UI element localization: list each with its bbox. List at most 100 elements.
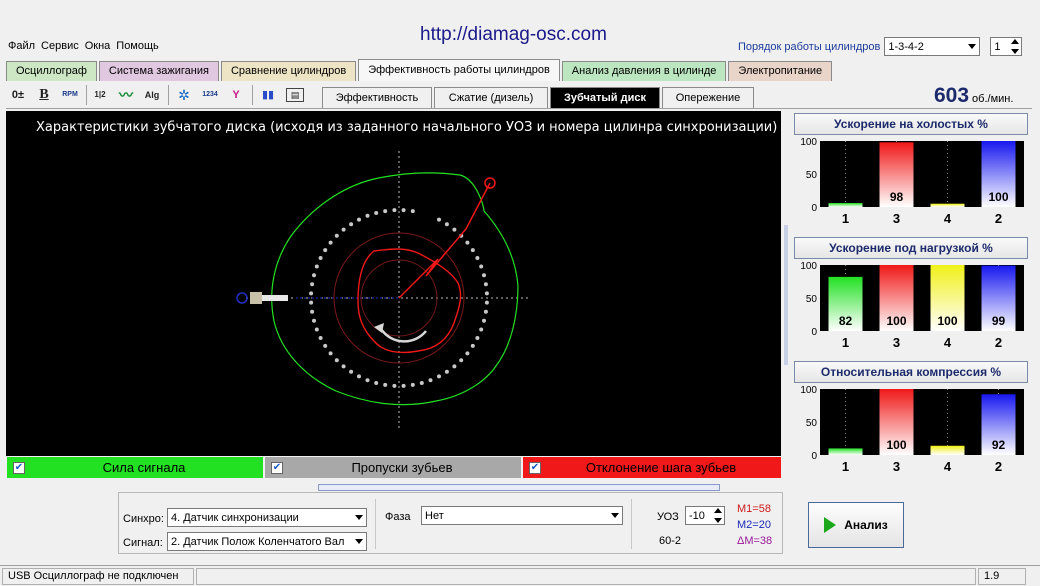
tooth-deviation-curve	[357, 248, 462, 354]
tooth-dot	[328, 351, 333, 356]
cylinder-spin[interactable]: 1	[990, 37, 1023, 56]
spin-arrows-icon[interactable]	[713, 508, 722, 523]
alg-icon[interactable]: Alg	[142, 85, 162, 105]
spin-arrows-icon[interactable]	[1010, 39, 1019, 54]
counter-icon[interactable]: 1234	[200, 85, 220, 105]
idle-accel-panel: Ускорение на холостых % 100 50 0 1 98 3 4 100 2	[794, 113, 1028, 238]
checkbox-signal-strength[interactable]: ✔	[13, 461, 25, 474]
sync-label: Синхро:	[123, 513, 164, 525]
subtab-tooth-disk[interactable]: Зубчатый диск	[550, 87, 660, 108]
tooth-dot	[437, 374, 441, 379]
y-tick-label: 0	[811, 203, 817, 214]
x-category-label: 2	[995, 211, 1002, 226]
status-connection: USB Осциллограф не подключен	[2, 568, 194, 585]
bar-value-label: 82	[839, 314, 853, 328]
subtab-efficiency[interactable]: Эффективность	[322, 87, 432, 108]
load-accel-panel: Ускорение под нагрузкой % 100 50 0 82 1 100 3 1…	[794, 237, 1028, 362]
tooth-dot	[484, 300, 489, 305]
sync-select[interactable]: 4. Датчик синхронизации	[167, 508, 367, 527]
tooth-dot	[314, 264, 319, 269]
y-tick-label: 50	[806, 170, 818, 181]
rpm-value: 603	[934, 84, 970, 107]
legend-tooth-deviation[interactable]: ✔ Отклонение шага зубьев	[523, 457, 781, 478]
bar	[828, 448, 863, 455]
tooth-dot	[401, 383, 406, 388]
legend-signal-strength[interactable]: ✔ Сила сигнала	[7, 457, 263, 478]
menu-help[interactable]: Помощь	[116, 40, 159, 52]
tooth-dot	[309, 300, 314, 305]
bug-icon[interactable]: ✲	[174, 85, 194, 105]
tab-oscilloscope[interactable]: Осциллограф	[6, 61, 97, 81]
uoz-spinner[interactable]: -10	[685, 506, 725, 525]
tooth-dot	[483, 309, 488, 314]
sensor-body	[250, 292, 262, 304]
phase-select[interactable]: Нет	[421, 506, 623, 525]
bars-icon[interactable]: ▮▮	[258, 85, 278, 105]
tooth-dot	[323, 248, 328, 253]
wave-icon[interactable]: 〰	[116, 85, 136, 105]
play-icon	[824, 517, 837, 533]
toolbar-separator	[252, 85, 253, 105]
website-url[interactable]: http://diamag-osc.com	[420, 24, 607, 46]
chevron-down-icon	[355, 539, 363, 544]
tooth-dot	[437, 217, 441, 222]
numbers-icon[interactable]: 1|2	[90, 85, 110, 105]
tooth-dot	[401, 208, 406, 213]
filter-icon[interactable]: Y	[226, 85, 246, 105]
tab-ignition[interactable]: Система зажигания	[98, 61, 219, 81]
sync-value: 4. Датчик синхронизации	[171, 511, 299, 524]
y-tick-label: 0	[811, 327, 817, 338]
x-category-label: 4	[944, 459, 952, 474]
tooth-dot	[357, 374, 361, 379]
x-category-label: 1	[842, 459, 849, 474]
phase-value: Нет	[425, 509, 444, 522]
signal-select[interactable]: 2. Датчик Полож Коленчатого Вал	[167, 532, 367, 551]
legend-tooth-deviation-label: Отклонение шага зубьев	[585, 460, 737, 475]
tooth-dot	[483, 282, 488, 287]
rpm-unit: об./мин.	[972, 93, 1014, 105]
tab-cylinder-efficiency[interactable]: Эффективность работы цилиндров	[358, 59, 560, 81]
analyze-button[interactable]: Анализ	[808, 502, 904, 548]
menu-service[interactable]: Сервис	[41, 40, 79, 52]
subtab-advance[interactable]: Опережение	[662, 87, 754, 108]
tooth-dot	[383, 382, 388, 387]
x-category-label: 1	[842, 211, 849, 226]
tooth-dot	[383, 209, 388, 214]
tooth-dot	[428, 378, 433, 383]
tooth-dot	[365, 378, 370, 383]
tooth-dot	[374, 211, 379, 215]
chevron-down-icon	[611, 513, 619, 518]
tab-cylinder-compare[interactable]: Сравнение цилиндров	[220, 61, 357, 81]
tooth-dot	[465, 351, 470, 356]
tab-pressure-analysis[interactable]: Анализ давления в цилинде	[561, 61, 727, 81]
tooth-dot	[419, 381, 424, 385]
bar	[828, 203, 863, 207]
bar-value-label: 92	[992, 438, 1006, 452]
tooth-dot	[465, 240, 470, 245]
tooth-dot	[312, 318, 316, 323]
divider	[631, 499, 632, 549]
y-tick-label: 0	[811, 451, 817, 462]
checkbox-tooth-deviation[interactable]: ✔	[529, 461, 541, 474]
toolbar-separator	[168, 85, 169, 105]
cylinder-order-select[interactable]: 1-3-4-2	[884, 37, 981, 56]
idle-accel-chart: 100 50 0 1 98 3 4 100 2	[800, 137, 1024, 226]
rpm-icon[interactable]: RPM	[60, 85, 80, 105]
bold-b-icon[interactable]: B	[34, 85, 54, 105]
checkbox-missing-teeth[interactable]: ✔	[271, 461, 283, 474]
compression-title: Относительная компрессия %	[794, 361, 1028, 383]
tooth-dot	[470, 343, 475, 348]
arrows-icon[interactable]: 0±	[8, 85, 28, 105]
tab-power-supply[interactable]: Электропитание	[728, 61, 833, 81]
legend-missing-teeth[interactable]: ✔ Пропуски зубьев	[265, 457, 521, 478]
toolbar-separator	[86, 85, 87, 105]
tooth-dot	[328, 240, 333, 245]
panel-splitter[interactable]	[318, 484, 720, 491]
load-accel-title: Ускорение под нагрузкой %	[794, 237, 1028, 259]
menu-windows[interactable]: Окна	[85, 40, 111, 52]
meter-icon[interactable]: ▤	[286, 88, 304, 102]
tooth-dot	[349, 369, 354, 374]
menu-file[interactable]: Файл	[8, 40, 35, 52]
tooth-dot	[357, 217, 361, 222]
subtab-diesel-compression[interactable]: Сжатие (дизель)	[434, 87, 548, 108]
